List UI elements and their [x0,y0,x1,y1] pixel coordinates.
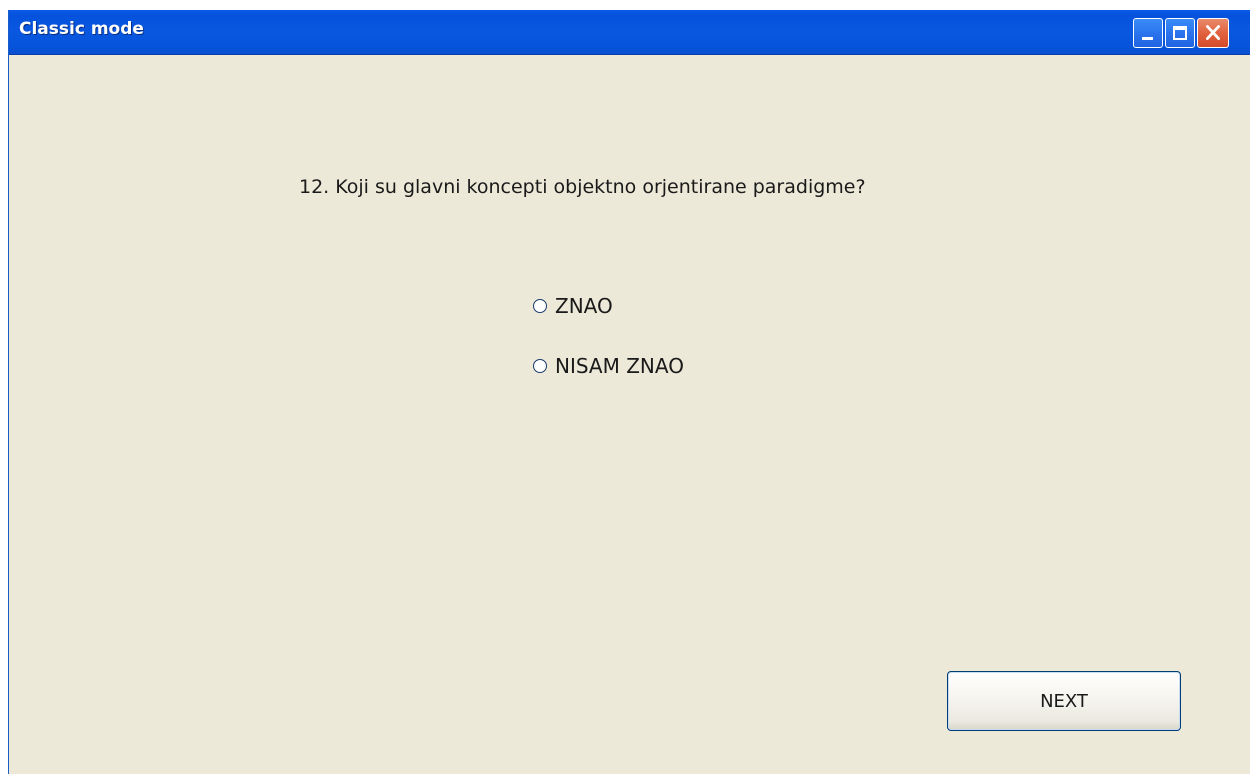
option-label: NISAM ZNAO [555,354,684,378]
next-button[interactable]: NEXT [947,671,1181,731]
radio-button-nisam-znao[interactable] [533,359,547,373]
radio-button-znao[interactable] [533,299,547,313]
close-button[interactable] [1197,18,1229,48]
option-label: ZNAO [555,294,613,318]
option-znao[interactable]: ZNAO [533,291,613,321]
minimize-icon [1142,37,1153,40]
minimize-button[interactable] [1133,18,1163,48]
option-nisam-znao[interactable]: NISAM ZNAO [533,351,684,381]
window-title: Classic mode [19,19,144,39]
question-text: 12. Koji su glavni koncepti objektno orj… [299,176,866,198]
title-bar[interactable]: Classic mode [9,10,1250,55]
close-icon [1205,25,1220,40]
maximize-icon [1173,26,1187,40]
maximize-button[interactable] [1165,18,1195,48]
app-window: Classic mode 12. Koji su glavni koncepti… [8,10,1250,774]
